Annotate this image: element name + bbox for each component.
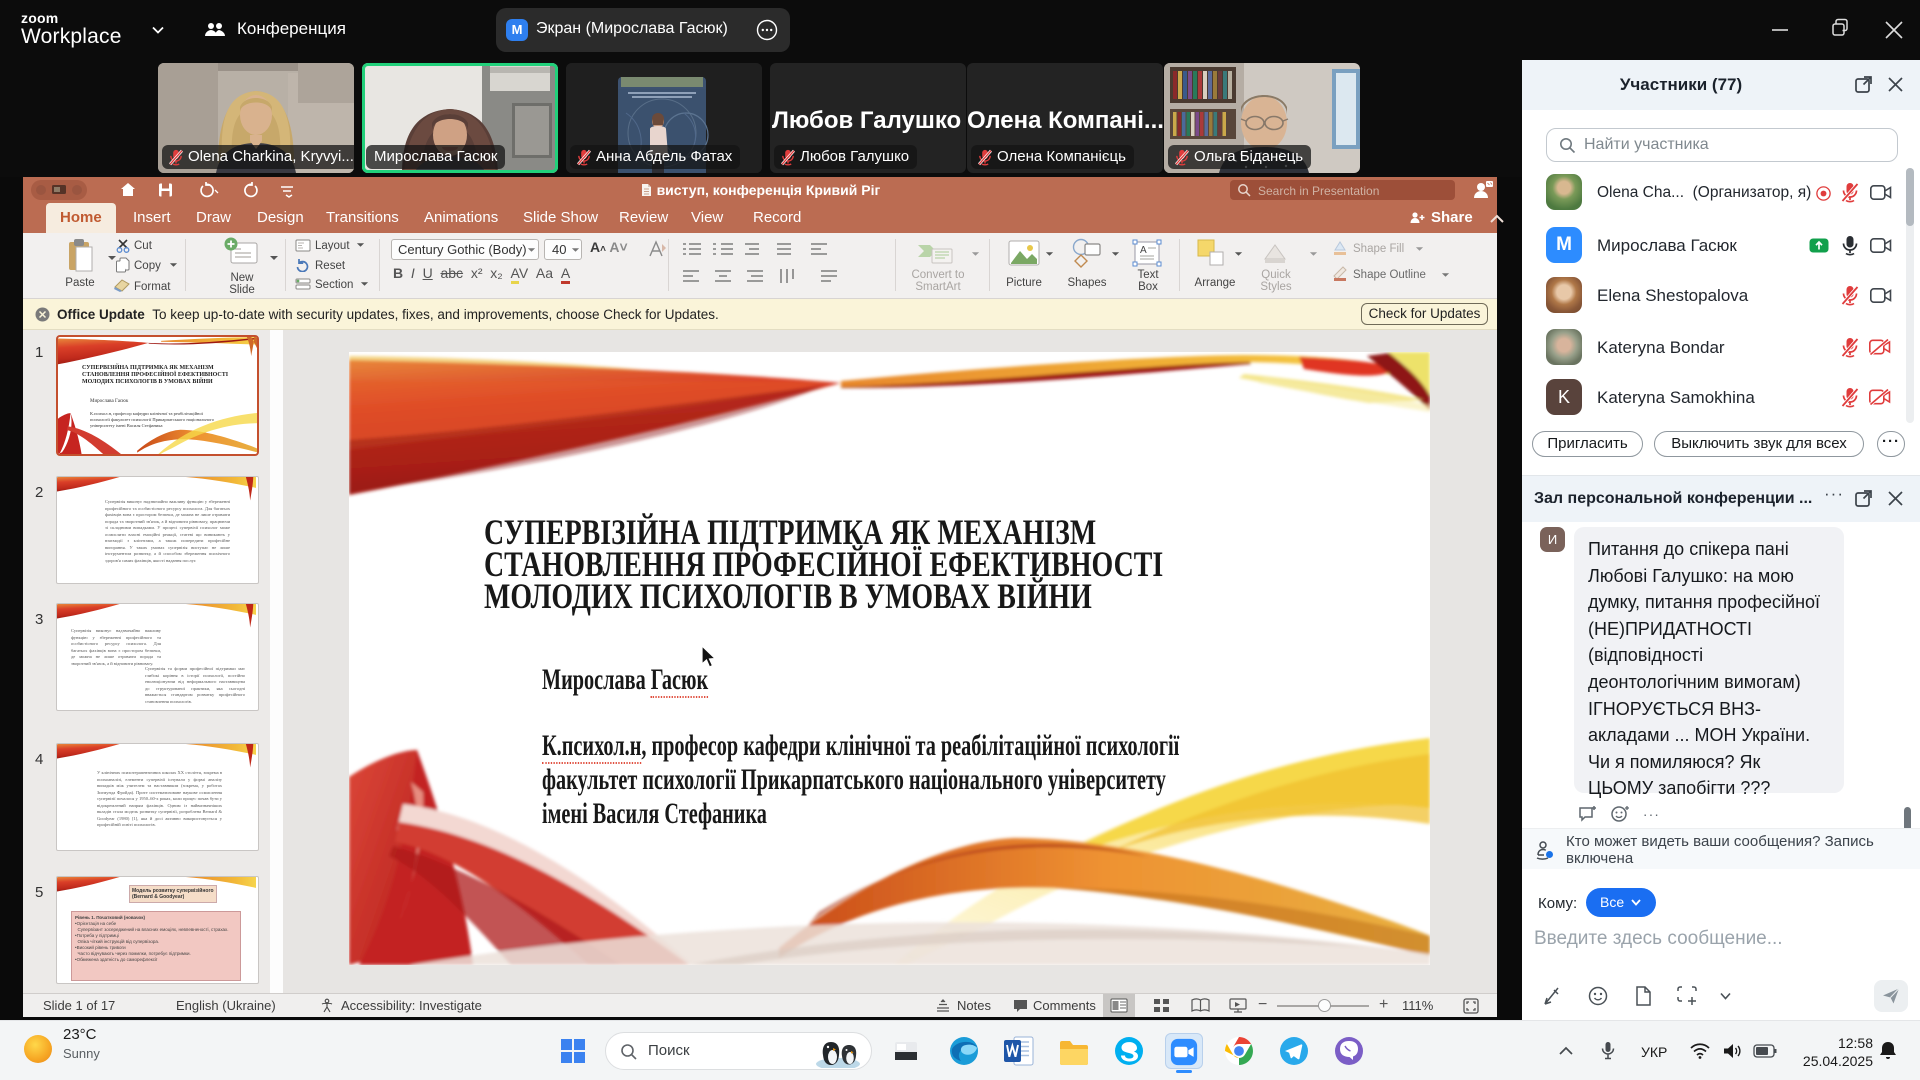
svg-text:A: A — [1140, 245, 1147, 256]
